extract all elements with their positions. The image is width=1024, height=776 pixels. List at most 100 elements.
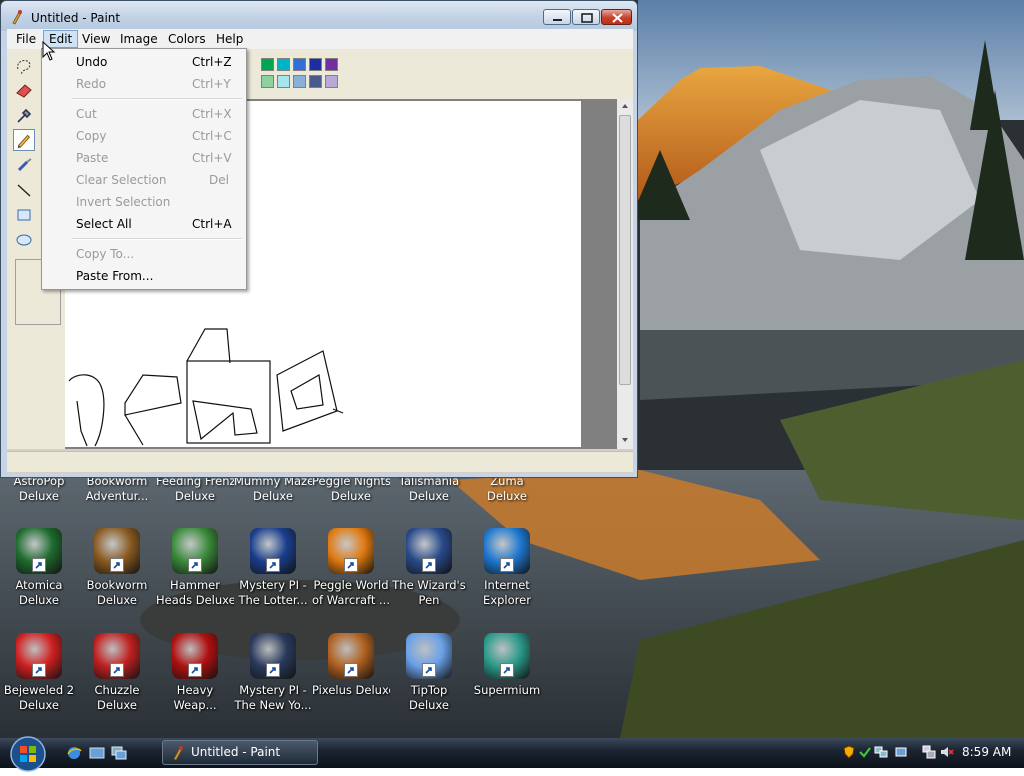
label-line2: Deluxe <box>253 489 293 503</box>
app-icon <box>328 633 374 679</box>
color-swatch[interactable] <box>325 58 338 71</box>
scrollbar-thumb[interactable] <box>619 115 631 385</box>
label-line2: Deluxe <box>409 489 449 503</box>
desktop-icon-partial-label[interactable]: Talismania Deluxe <box>390 474 468 504</box>
app-icon <box>94 528 140 574</box>
shortcut-arrow-icon <box>32 558 46 572</box>
pencil-icon[interactable] <box>13 129 35 151</box>
clock[interactable]: 8:59 AM <box>962 745 1011 759</box>
device-icon[interactable] <box>894 745 908 759</box>
desktop-icon-partial-label[interactable]: Mummy Maze Deluxe <box>234 474 312 504</box>
desktop-icon-partial-label[interactable]: Bookworm Adventur... <box>78 474 156 504</box>
label-line2: The Lotter... <box>238 593 308 607</box>
menu-item-shortcut: Ctrl+V <box>192 151 232 165</box>
desktop-icon-row3-0[interactable]: Bejeweled 2 Deluxe <box>0 633 78 715</box>
menu-item-label: Select All <box>76 217 132 231</box>
maximize-button[interactable] <box>572 9 600 25</box>
label-line2: Deluxe <box>97 698 137 712</box>
desktop-icon-partial-label[interactable]: Peggle Nights Deluxe <box>312 474 390 504</box>
volume-muted-icon[interactable] <box>940 745 954 759</box>
menu-item-label: Invert Selection <box>76 195 171 209</box>
app-icon <box>406 633 452 679</box>
scroll-up-icon[interactable] <box>617 99 633 113</box>
shortcut-arrow-icon <box>344 663 358 677</box>
color-swatch[interactable] <box>293 75 306 88</box>
desktop-icon-row2-0[interactable]: Atomica Deluxe <box>0 528 78 610</box>
color-swatch[interactable] <box>277 75 290 88</box>
menu-help[interactable]: Help <box>211 31 248 47</box>
desktop-icon-label: Heavy Weap... <box>156 683 234 713</box>
line-icon[interactable] <box>13 179 35 201</box>
eyedropper-icon[interactable] <box>13 104 35 126</box>
desktop-icon-label: Bookworm Deluxe <box>78 578 156 608</box>
desktop-icon-label: Atomica Deluxe <box>0 578 78 608</box>
ellipse-icon[interactable] <box>13 229 35 251</box>
label-line1: Pixelus Deluxe <box>312 683 390 697</box>
desktop-icon-row3-4[interactable]: Pixelus Deluxe <box>312 633 390 715</box>
desktop-icon-row3-1[interactable]: Chuzzle Deluxe <box>78 633 156 715</box>
taskbar: Untitled - Paint 8:59 AM <box>0 736 1024 772</box>
menu-colors[interactable]: Colors <box>163 31 211 47</box>
scroll-down-icon[interactable] <box>617 433 633 447</box>
connection-icon[interactable] <box>922 745 936 759</box>
menu-view[interactable]: View <box>77 31 115 47</box>
taskbar-item-paint[interactable]: Untitled - Paint <box>162 740 318 765</box>
desktop-icon-label: The Wizard's Pen <box>390 578 468 608</box>
rectangle-icon[interactable] <box>13 204 35 226</box>
desktop-icon-row2-1[interactable]: Bookworm Deluxe <box>78 528 156 610</box>
system-tray: 8:59 AM <box>838 740 1024 766</box>
check-icon[interactable] <box>858 745 872 759</box>
show-desktop-icon[interactable] <box>89 745 105 761</box>
desktop-icon-row3-6[interactable]: Supermium <box>468 633 546 715</box>
vertical-scrollbar[interactable] <box>617 99 633 449</box>
desktop-icon-row3-2[interactable]: Heavy Weap... <box>156 633 234 715</box>
switch-windows-icon[interactable] <box>111 745 127 761</box>
eraser-icon[interactable] <box>13 79 35 101</box>
security-shield-icon[interactable] <box>842 745 856 759</box>
label-line2: Deluxe <box>19 593 59 607</box>
desktop-icon-row2-5[interactable]: The Wizard's Pen <box>390 528 468 610</box>
color-swatch[interactable] <box>261 75 274 88</box>
desktop-icon-row2-4[interactable]: Peggle World of Warcraft ... <box>312 528 390 610</box>
color-swatch[interactable] <box>261 58 274 71</box>
label-line1: Hammer <box>170 578 220 592</box>
color-swatch[interactable] <box>325 75 338 88</box>
color-swatch[interactable] <box>293 58 306 71</box>
start-button[interactable] <box>6 732 50 776</box>
app-icon <box>250 633 296 679</box>
label-line2: Deluxe <box>331 489 371 503</box>
label-line1: Mystery PI - <box>239 578 307 592</box>
color-swatch[interactable] <box>309 58 322 71</box>
close-icon <box>612 13 623 23</box>
close-button[interactable] <box>601 9 632 25</box>
menu-item-label: Copy <box>76 129 107 143</box>
paint-app-icon <box>173 746 183 761</box>
color-swatch[interactable] <box>277 58 290 71</box>
label-line2: Explorer <box>483 593 531 607</box>
minimize-button[interactable] <box>543 9 571 25</box>
maximize-icon <box>581 13 593 23</box>
desktop-icon-row3-3[interactable]: Mystery PI - The New Yo... <box>234 633 312 715</box>
desktop-icon-partial-label[interactable]: Feeding Frenzy Deluxe <box>156 474 234 504</box>
desktop-icon-label: Mystery PI - The Lotter... <box>234 578 312 608</box>
menu-file[interactable]: File <box>11 31 41 47</box>
network-icon[interactable] <box>874 745 888 759</box>
desktop-icon-row3-5[interactable]: TipTop Deluxe <box>390 633 468 715</box>
desktop-icon-row2-2[interactable]: Hammer Heads Deluxe <box>156 528 234 610</box>
color-swatch[interactable] <box>309 75 322 88</box>
title-bar[interactable]: Untitled - Paint <box>1 1 637 31</box>
menu-item-shortcut: Ctrl+A <box>192 217 232 231</box>
desktop-icon-partial-label[interactable]: Zuma Deluxe <box>468 474 546 504</box>
brush-icon[interactable] <box>13 154 35 176</box>
label-line2: Deluxe <box>409 698 449 712</box>
shortcut-arrow-icon <box>188 663 202 677</box>
free-select-icon[interactable] <box>13 55 35 77</box>
internet-explorer-quicklaunch-icon[interactable] <box>66 745 82 761</box>
desktop-icon-row2-3[interactable]: Mystery PI - The Lotter... <box>234 528 312 610</box>
desktop-icon-partial-label[interactable]: AstroPop Deluxe <box>0 474 78 504</box>
menu-item-label: Paste From... <box>76 269 154 283</box>
label-line2: Deluxe <box>97 593 137 607</box>
shortcut-arrow-icon <box>344 558 358 572</box>
menu-image[interactable]: Image <box>115 31 163 47</box>
desktop-icon-row2-6[interactable]: Internet Explorer <box>468 528 546 610</box>
